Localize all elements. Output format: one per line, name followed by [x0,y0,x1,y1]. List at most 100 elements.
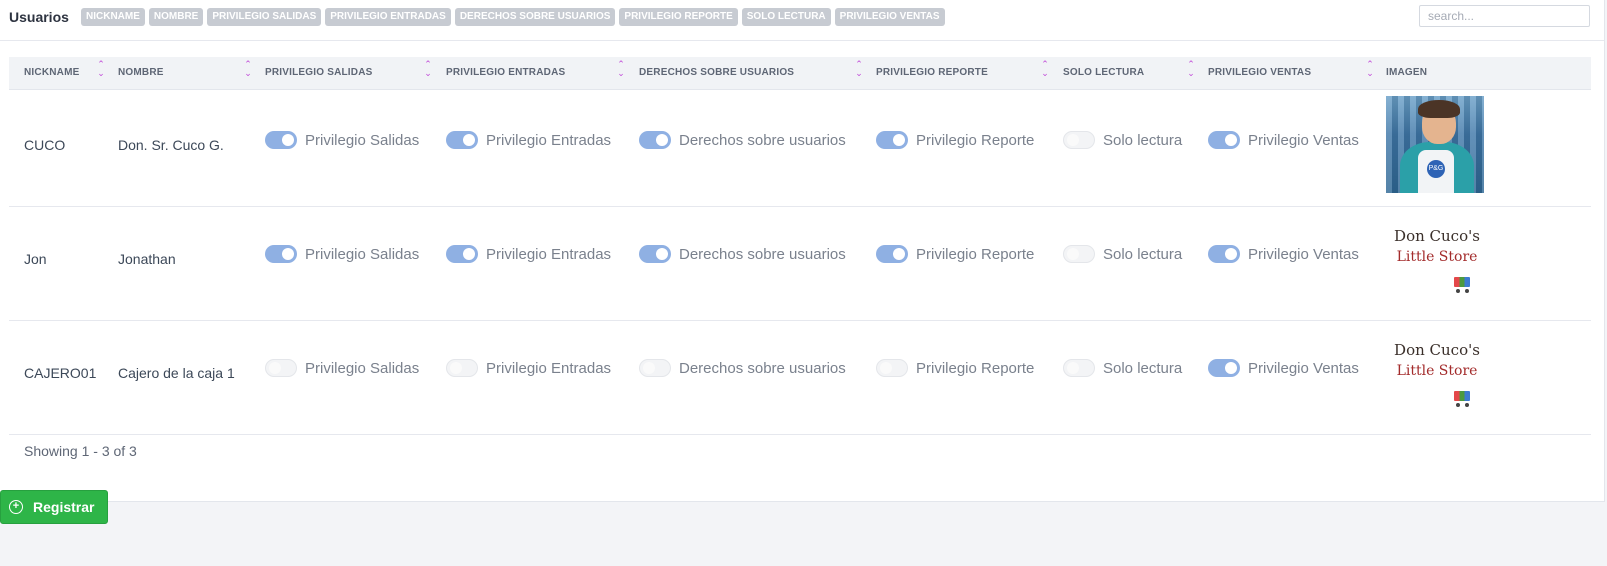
chip-nickname[interactable]: NICKNAME [81,8,145,26]
toggle-knob [463,134,475,146]
privilege-toggle[interactable]: Privilegio Ventas [1208,131,1359,149]
privilege-toggle[interactable]: Solo lectura [1063,131,1182,149]
sort-icon[interactable]: ⌃ ⌄ [424,60,432,84]
toggle-switch-on[interactable] [1208,245,1240,263]
shopping-cart-icon [1452,275,1472,293]
privilege-toggle[interactable]: Privilegio Entradas [446,359,611,377]
register-button[interactable]: + Registrar [0,490,108,524]
toggle-switch-on[interactable] [639,131,671,149]
sort-icon[interactable]: ⌃ ⌄ [97,60,105,84]
col-privilegio-entradas[interactable]: PRIVILEGIO ENTRADAS [446,57,565,89]
cell-nickname: CUCO [24,137,66,153]
table-row: Jon Jonathan Privilegio Salidas Privilegio … [9,203,1591,321]
col-solo-lectura[interactable]: SOLO LECTURA [1063,57,1144,89]
cart-wheel [1456,403,1460,407]
privilege-toggle[interactable]: Privilegio Entradas [446,131,611,149]
toggle-label: Derechos sobre usuarios [679,359,846,377]
users-panel: Usuarios NICKNAME NOMBRE PRIVILEGIO SALI… [0,0,1605,502]
toggle-knob [1225,362,1237,374]
toggle-switch-on[interactable] [265,131,297,149]
privilege-toggle[interactable]: Privilegio Entradas [446,245,611,263]
toggle-switch-on[interactable] [876,131,908,149]
toggle-switch-off[interactable] [446,359,478,377]
privilege-toggle[interactable]: Privilegio Salidas [265,245,419,263]
col-imagen: IMAGEN [1386,67,1428,78]
privilege-toggle[interactable]: Privilegio Ventas [1208,359,1359,377]
toggle-switch-off[interactable] [639,359,671,377]
table-row: CUCO Don. Sr. Cuco G. Privilegio Salidas Pr… [9,89,1591,207]
toggle-knob [269,362,281,374]
col-privilegio-ventas[interactable]: PRIVILEGIO VENTAS [1208,57,1311,89]
toggle-switch-on[interactable] [1208,131,1240,149]
sort-icon[interactable]: ⌃ ⌄ [1187,60,1195,84]
sort-icon[interactable]: ⌃ ⌄ [855,60,863,84]
chip-solo-lectura[interactable]: SOLO LECTURA [741,8,831,26]
toggle-switch-on[interactable] [446,245,478,263]
privilege-toggle[interactable]: Privilegio Reporte [876,131,1034,149]
col-nickname[interactable]: NICKNAME [24,57,80,89]
privilege-toggle[interactable]: Derechos sobre usuarios [639,131,846,149]
col-derechos-usuarios[interactable]: DERECHOS SOBRE USUARIOS [639,57,794,89]
plus-circle-icon: + [9,500,23,514]
toggle-switch-off[interactable] [1063,245,1095,263]
search-input[interactable] [1419,5,1590,27]
privilege-toggle[interactable]: Derechos sobre usuarios [639,359,846,377]
chip-privilegio-entradas[interactable]: PRIVILEGIO ENTRADAS [325,8,451,26]
toggle-switch-off[interactable] [1063,359,1095,377]
pagination-summary: Showing 1 - 3 of 3 [24,443,137,459]
toggle-knob [282,248,294,260]
toggle-label: Privilegio Ventas [1248,359,1359,377]
toggle-label: Privilegio Ventas [1248,245,1359,263]
toggle-label: Privilegio Ventas [1248,131,1359,149]
chip-privilegio-salidas[interactable]: PRIVILEGIO SALIDAS [207,8,322,26]
toggle-label: Solo lectura [1103,359,1183,377]
toggle-label: Privilegio Reporte [916,131,1035,149]
sort-icon[interactable]: ⌃ ⌄ [617,60,625,84]
cart-basket [1454,391,1470,401]
cart-wheel [1465,403,1469,407]
cell-nickname: CAJERO01 [24,365,97,381]
toggle-switch-on[interactable] [1208,359,1240,377]
register-label: Registrar [33,499,95,515]
toggle-knob [1225,248,1237,260]
col-nombre[interactable]: NOMBRE [118,57,164,89]
cart-basket [1454,277,1470,287]
toggle-switch-on[interactable] [876,245,908,263]
privilege-toggle[interactable]: Privilegio Reporte [876,245,1034,263]
privilege-toggle[interactable]: Solo lectura [1063,245,1182,263]
privilege-toggle[interactable]: Solo lectura [1063,359,1182,377]
privilege-toggle[interactable]: Privilegio Salidas [265,359,419,377]
toggle-switch-on[interactable] [265,245,297,263]
toggle-knob [880,362,892,374]
toggle-switch-off[interactable] [265,359,297,377]
sort-icon[interactable]: ⌃ ⌄ [244,60,252,84]
table-row: CAJERO01 Cajero de la caja 1 Privilegio Sa… [9,317,1591,435]
cell-nombre: Don. Sr. Cuco G. [118,137,224,153]
chip-privilegio-ventas[interactable]: PRIVILEGIO VENTAS [834,8,945,26]
toggle-label: Privilegio Entradas [486,359,612,377]
sort-icon[interactable]: ⌃ ⌄ [1366,60,1374,84]
pg-logo: P&G [1427,160,1445,178]
col-privilegio-salidas[interactable]: PRIVILEGIO SALIDAS [265,57,373,89]
privilege-toggle[interactable]: Privilegio Salidas [265,131,419,149]
toggle-switch-on[interactable] [639,245,671,263]
privilege-toggle[interactable]: Privilegio Reporte [876,359,1034,377]
toggle-label: Privilegio Entradas [486,131,612,149]
shopping-cart-icon [1452,389,1472,407]
column-chips: NICKNAME NOMBRE PRIVILEGIO SALIDAS PRIVI… [81,8,945,26]
sort-icon[interactable]: ⌃ ⌄ [1041,60,1049,84]
chip-nombre[interactable]: NOMBRE [148,8,204,26]
toggle-knob [282,134,294,146]
user-avatar-photo: P&G [1386,96,1484,193]
chip-privilegio-reporte[interactable]: PRIVILEGIO REPORTE [619,8,738,26]
chip-derechos-usuarios[interactable]: DERECHOS SOBRE USUARIOS [454,8,616,26]
store-logo: Don Cuco's Little Store [1387,341,1487,379]
toggle-switch-on[interactable] [446,131,478,149]
privilege-toggle[interactable]: Derechos sobre usuarios [639,245,846,263]
cart-wheel [1456,289,1460,293]
toggle-knob [1225,134,1237,146]
privilege-toggle[interactable]: Privilegio Ventas [1208,245,1359,263]
toggle-switch-off[interactable] [1063,131,1095,149]
col-privilegio-reporte[interactable]: PRIVILEGIO REPORTE [876,57,988,89]
toggle-switch-off[interactable] [876,359,908,377]
